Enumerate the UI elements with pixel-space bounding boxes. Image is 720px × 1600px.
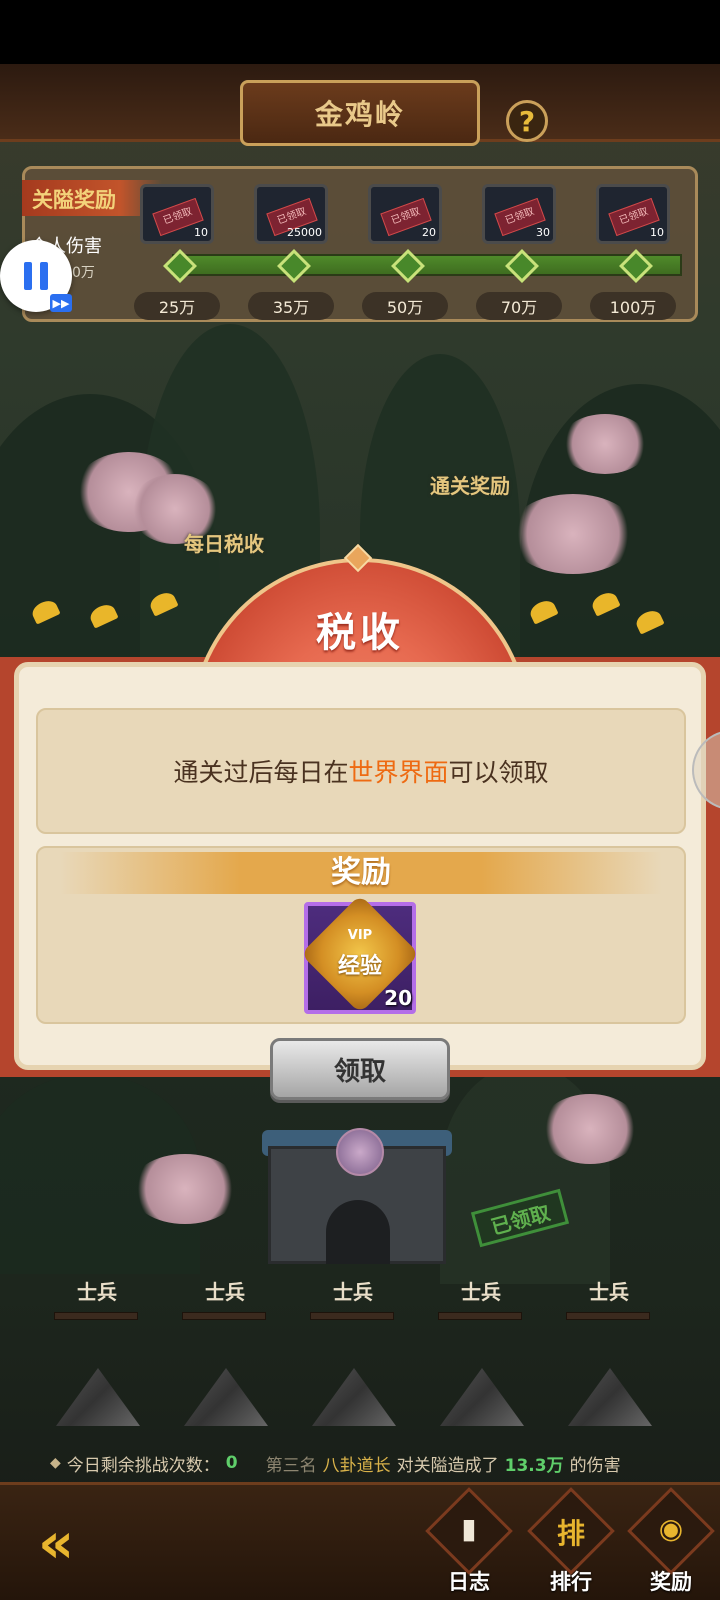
player-name: 八卦道长 [322, 1455, 391, 1476]
milestone-label: 70万 [476, 292, 562, 320]
milestone-qty: 10 [194, 226, 208, 239]
nav-rank[interactable]: 排 排行 [527, 1487, 615, 1596]
nav-reward[interactable]: ◉ 奖励 [627, 1487, 715, 1596]
soldier-label: 士兵 [461, 1280, 501, 1304]
milestone-qty: 10 [650, 226, 664, 239]
status-bar [0, 0, 720, 64]
back-arrow-icon[interactable]: « [38, 1516, 114, 1572]
milestone-label: 35万 [248, 292, 334, 320]
reward-item-name: 经验 [337, 954, 382, 979]
track-progress-bar [172, 254, 682, 276]
nav-rank-label: 排行 [550, 1570, 592, 1594]
personal-damage-value: 0万 [72, 265, 95, 281]
clear-reward-label[interactable]: 通关奖励 [430, 470, 510, 499]
milestone-label: 25万 [134, 292, 220, 320]
soldier-hp-bar [54, 1312, 138, 1320]
log-book-icon: ▮ [461, 1512, 477, 1545]
milestone-label: 50万 [362, 292, 448, 320]
fortress-archway [326, 1200, 390, 1264]
message-suffix: 可以领取 [448, 758, 549, 787]
nav-reward-label: 奖励 [650, 1570, 692, 1594]
pause-icon [40, 262, 48, 290]
message-highlight: 世界界面 [348, 758, 449, 787]
milestone-reward-5[interactable]: 已领取 10 [596, 184, 670, 244]
daily-tax-label[interactable]: 每日税收 [184, 528, 264, 557]
milestone-reward-4[interactable]: 已领取 30 [482, 184, 556, 244]
stage-title: 金鸡岭 [240, 80, 480, 146]
battle-info-line: ◆ 今日剩余挑战次数： 0 第三名 八卦道长 对关隘造成了 13.3万 的伤害 [50, 1446, 720, 1480]
vip-text: VIP [347, 928, 373, 943]
pause-icon [24, 262, 32, 290]
claim-button[interactable]: 领取 [270, 1038, 450, 1100]
bullet-diamond-icon: ◆ [50, 1455, 61, 1471]
soldier-label: 士兵 [77, 1280, 117, 1304]
rank-prefix: 第三名 [265, 1455, 317, 1476]
attempts-value: 0 [225, 1453, 238, 1473]
boss-avatar[interactable] [336, 1128, 384, 1176]
reward-item-qty: 20 [384, 986, 412, 1010]
help-button[interactable]: ? [506, 100, 548, 142]
soldier-label: 士兵 [589, 1280, 629, 1304]
milestone-qty: 20 [422, 226, 436, 239]
coin-icon: ◉ [658, 1512, 684, 1545]
damage-value: 13.3万 [504, 1455, 564, 1476]
milestone-reward-3[interactable]: 已领取 20 [368, 184, 442, 244]
soldier-hp-bar [438, 1312, 522, 1320]
soldier-hp-bar [566, 1312, 650, 1320]
attempts-label: 今日剩余挑战次数： [66, 1455, 220, 1476]
milestone-qty: 30 [536, 226, 550, 239]
reward-header: 奖励 [60, 852, 662, 894]
soldier-label: 士兵 [333, 1280, 373, 1304]
rank-glyph-icon: 排 [556, 1517, 585, 1550]
fast-forward-icon[interactable]: ▶▶ [50, 294, 72, 312]
message-prefix: 通关过后每日在 [173, 758, 349, 787]
dialog-message: 通关过后每日在 世界界面 可以领取 [36, 708, 686, 834]
milestone-reward-1[interactable]: 已领取 10 [140, 184, 214, 244]
damage-text: 对关隘造成了 [396, 1455, 499, 1476]
damage-suffix: 的伤害 [569, 1455, 621, 1476]
nav-log[interactable]: ▮ 日志 [425, 1487, 513, 1596]
soldier-label: 士兵 [205, 1280, 245, 1304]
milestone-reward-2[interactable]: 已领取 25000 [254, 184, 328, 244]
dialog-title: 税收 [316, 610, 404, 656]
soldier-hp-bar [310, 1312, 394, 1320]
milestone-qty: 25000 [287, 226, 322, 239]
milestone-label: 100万 [590, 292, 676, 320]
soldier-hp-bar [182, 1312, 266, 1320]
nav-log-label: 日志 [448, 1570, 490, 1594]
